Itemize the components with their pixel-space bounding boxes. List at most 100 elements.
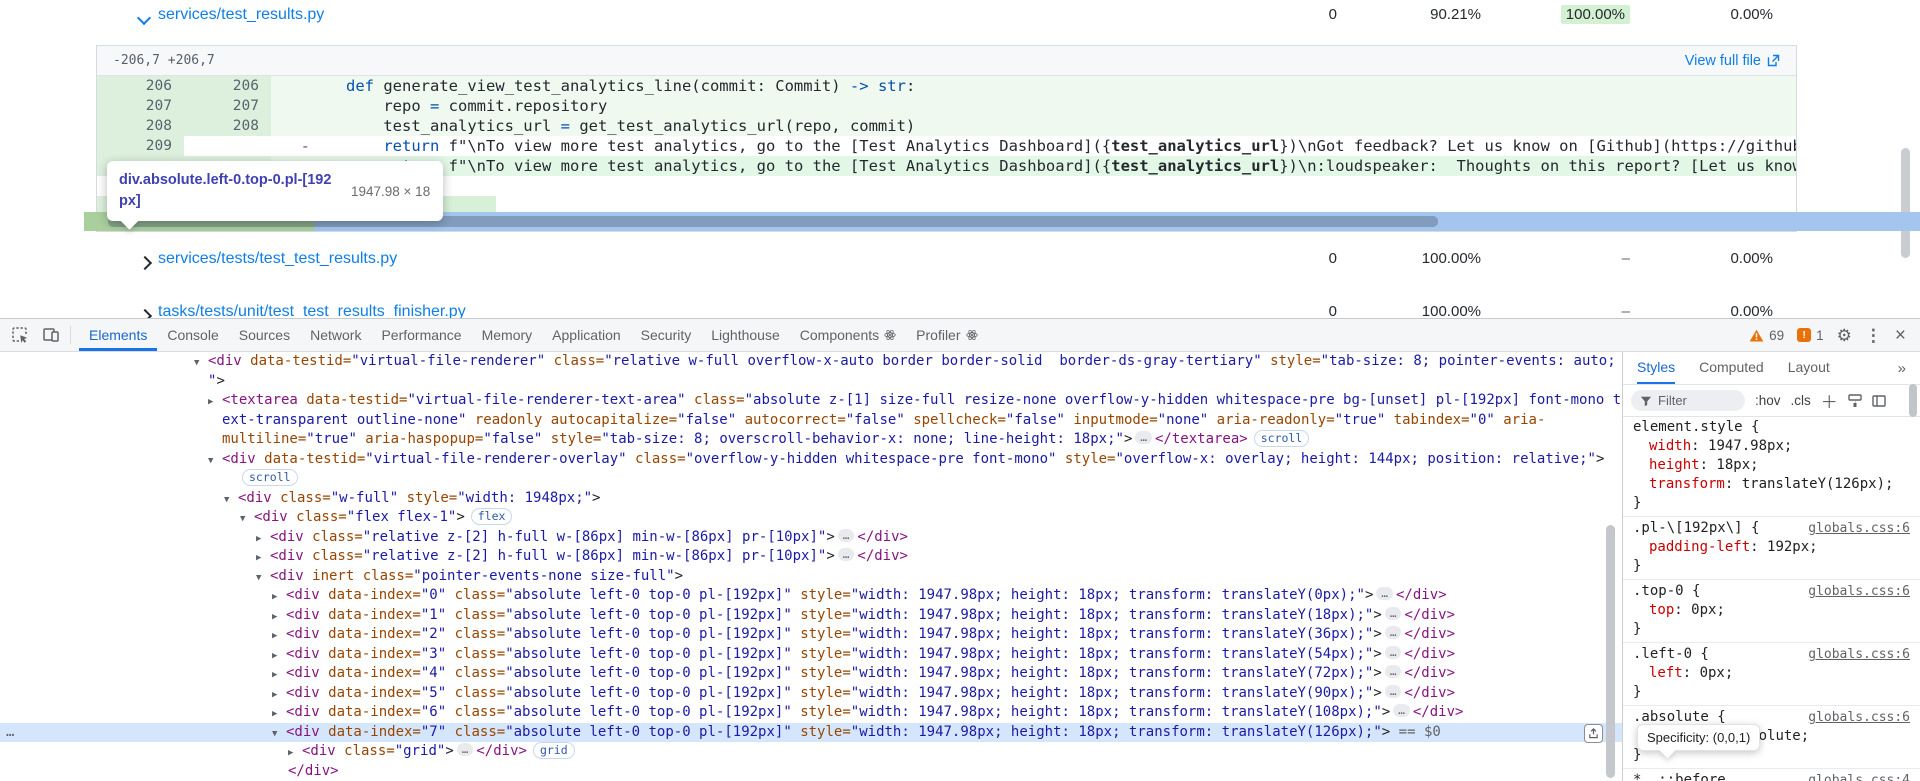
styles-tab-styles[interactable]: Styles bbox=[1637, 352, 1676, 384]
rule-selector[interactable]: element.style { bbox=[1633, 418, 1910, 437]
inline-expand-button[interactable]: … bbox=[1376, 587, 1393, 600]
device-toolbar-icon[interactable] bbox=[40, 319, 62, 351]
dom-tree-line[interactable]: ▶ <div data-index="0" class="absolute lef… bbox=[0, 586, 1622, 606]
dom-tree-line[interactable]: ▼ <div inert class="pointer-events-none s… bbox=[0, 567, 1622, 587]
dom-tree-line[interactable]: scroll bbox=[0, 469, 1622, 489]
grid-badge[interactable]: grid bbox=[532, 742, 575, 759]
devtools-tab-application[interactable]: Application bbox=[542, 319, 631, 351]
styles-vertical-scrollbar[interactable] bbox=[1909, 384, 1917, 417]
elements-vertical-scrollbar[interactable] bbox=[1606, 525, 1615, 778]
rule-close-brace: } bbox=[1633, 684, 1642, 700]
rendering-brush-icon[interactable] bbox=[1848, 393, 1862, 408]
expanded-file-row[interactable]: services/test_results.py 0 90.21% 100.00… bbox=[0, 5, 1920, 28]
dom-tree-line[interactable]: ▶ <div class="relative z-[2] h-full w-[86… bbox=[0, 528, 1622, 548]
css-property[interactable]: left: 0px; bbox=[1633, 664, 1910, 683]
css-property[interactable]: padding-left: 192px; bbox=[1633, 538, 1910, 557]
kebab-menu-icon[interactable]: ⋮ bbox=[1865, 327, 1882, 344]
view-full-file-link[interactable]: View full file bbox=[1685, 53, 1780, 69]
stylesheet-link[interactable]: globals.css:6 bbox=[1808, 584, 1910, 599]
toggle-hover-state[interactable]: :hov bbox=[1755, 393, 1781, 408]
tooltip-dimensions: 1947.98 × 18 bbox=[351, 183, 431, 199]
code-text: return f"\nTo view more test analytics, … bbox=[346, 156, 1796, 176]
dom-tree-line[interactable]: ▶ <div data-index="4" class="absolute lef… bbox=[0, 664, 1622, 684]
stylesheet-link[interactable]: globals.css:6 bbox=[1808, 647, 1910, 662]
dom-tree-line[interactable]: ▶ <div class="relative z-[2] h-full w-[86… bbox=[0, 547, 1622, 567]
rule-close-brace: } bbox=[1633, 621, 1642, 637]
dom-tree-line[interactable]: ▶ <div data-index="3" class="absolute lef… bbox=[0, 645, 1622, 665]
gutter-ellipsis-icon[interactable]: … bbox=[6, 723, 14, 743]
dom-tree-line-selected[interactable]: ▼ <div data-index="7" class="absolute lef… bbox=[0, 722, 1622, 743]
chevron-right-icon[interactable] bbox=[137, 255, 153, 273]
stylesheet-link[interactable]: globals.css:6 bbox=[1808, 710, 1910, 725]
inline-expand-button[interactable]: … bbox=[837, 548, 855, 561]
page-vertical-scrollbar[interactable] bbox=[1901, 148, 1910, 258]
inline-expand-button[interactable]: … bbox=[1384, 645, 1402, 659]
devtools-tab-memory[interactable]: Memory bbox=[472, 319, 543, 351]
devtools-tab-console[interactable]: Console bbox=[157, 319, 228, 351]
dom-tree-line[interactable]: "> bbox=[0, 372, 1622, 392]
settings-gear-icon[interactable]: ⚙ bbox=[1837, 327, 1852, 344]
styles-tab-computed[interactable]: Computed bbox=[1699, 352, 1764, 384]
issues-indicator[interactable]: ! 1 bbox=[1797, 328, 1824, 343]
issue-icon: ! bbox=[1797, 328, 1812, 342]
devtools-tab-elements[interactable]: Elements bbox=[79, 319, 158, 351]
dom-tree-line[interactable]: ▶ <textarea data-testid="virtual-file-ren… bbox=[0, 391, 1622, 411]
devtools-tab-profiler[interactable]: Profiler bbox=[906, 319, 987, 351]
css-property[interactable]: top: 0px; bbox=[1633, 601, 1910, 620]
inline-expand-button[interactable]: … bbox=[837, 528, 855, 542]
issue-count: 1 bbox=[1816, 327, 1824, 343]
inline-expand-button[interactable]: … bbox=[1384, 606, 1402, 620]
file-head-value: 0 bbox=[1328, 6, 1337, 23]
node-action-icon[interactable] bbox=[1584, 723, 1603, 743]
dom-tree-line[interactable]: ▼ <div class="w-full" style="width: 1948p… bbox=[0, 489, 1622, 509]
chevron-down-icon[interactable] bbox=[136, 10, 152, 28]
toggle-classes[interactable]: .cls bbox=[1791, 393, 1811, 408]
collapsed-file-row[interactable]: services/tests/test_test_results.py 0 10… bbox=[0, 250, 1920, 273]
new-style-rule-icon[interactable]: ＋ bbox=[1821, 388, 1838, 413]
file-link[interactable]: services/tests/test_test_results.py bbox=[158, 250, 397, 268]
inline-expand-button[interactable]: … bbox=[1135, 431, 1152, 444]
devtools-tab-security[interactable]: Security bbox=[631, 319, 702, 351]
sidebar-layout-icon[interactable] bbox=[1872, 394, 1886, 408]
dom-tree-line[interactable]: ▶ <div data-index="1" class="absolute lef… bbox=[0, 606, 1622, 626]
css-property[interactable]: transform: translateY(126px); bbox=[1633, 475, 1910, 494]
inline-expand-button[interactable]: … bbox=[456, 743, 474, 756]
code-text: test_analytics_url = get_test_analytics_… bbox=[346, 116, 1796, 136]
dom-tree-line[interactable]: ▶ <div data-index="6" class="absolute lef… bbox=[0, 703, 1622, 723]
dom-tree-line[interactable]: ▼ <div data-testid="virtual-file-renderer… bbox=[0, 352, 1622, 372]
inspect-element-icon[interactable] bbox=[9, 319, 31, 351]
dom-tree: ▼ <div data-testid="virtual-file-renderer… bbox=[0, 352, 1622, 781]
style-filter-input[interactable]: Filter bbox=[1631, 390, 1745, 411]
style-rule: element.style {width: 1947.98px; height: … bbox=[1623, 416, 1920, 517]
css-property[interactable]: height: 18px; bbox=[1633, 456, 1910, 475]
scroll-badge[interactable]: scroll bbox=[242, 469, 298, 486]
dom-tree-line[interactable]: ▼ <div data-testid="virtual-file-renderer… bbox=[0, 450, 1622, 470]
scroll-badge[interactable]: scroll bbox=[1253, 430, 1310, 447]
diff-line: 208 208 test_analytics_url = get_test_ana… bbox=[97, 116, 1796, 136]
warnings-indicator[interactable]: 69 bbox=[1749, 328, 1784, 343]
more-tabs-icon[interactable]: » bbox=[1898, 360, 1920, 377]
inline-expand-button[interactable]: … bbox=[1384, 684, 1402, 698]
devtools-tab-network[interactable]: Network bbox=[300, 319, 371, 351]
dom-tree-line[interactable]: ▶ <div data-index="5" class="absolute lef… bbox=[0, 684, 1622, 704]
close-devtools-icon[interactable]: × bbox=[1895, 326, 1906, 345]
dom-tree-line[interactable]: ▶ <div class="grid">… </div> grid bbox=[0, 742, 1622, 762]
dom-tree-line[interactable]: </div> bbox=[0, 762, 1622, 781]
styles-tab-layout[interactable]: Layout bbox=[1788, 352, 1830, 384]
devtools-tab-components[interactable]: Components bbox=[790, 319, 906, 351]
dom-tree-line[interactable]: multiline="true" aria-haspopup="false" s… bbox=[0, 430, 1622, 450]
file-link[interactable]: services/test_results.py bbox=[158, 6, 324, 24]
devtools-tab-lighthouse[interactable]: Lighthouse bbox=[701, 319, 790, 351]
stylesheet-link[interactable]: globals.css:6 bbox=[1808, 521, 1910, 536]
inline-expand-button[interactable]: … bbox=[1393, 704, 1410, 717]
dom-tree-line[interactable]: ▼ <div class="flex flex-1"> flex bbox=[0, 508, 1622, 528]
dom-tree-line[interactable]: ▶ <div data-index="2" class="absolute lef… bbox=[0, 625, 1622, 645]
devtools-tab-sources[interactable]: Sources bbox=[229, 319, 300, 351]
inline-expand-button[interactable]: … bbox=[1384, 626, 1402, 639]
dom-tree-line[interactable]: ext-transparent outline-none" readonly a… bbox=[0, 411, 1622, 431]
css-property[interactable]: width: 1947.98px; bbox=[1633, 437, 1910, 456]
devtools-tab-performance[interactable]: Performance bbox=[371, 319, 471, 351]
stylesheet-link[interactable]: globals.css:4 bbox=[1808, 773, 1910, 781]
inline-expand-button[interactable]: … bbox=[1384, 665, 1402, 678]
flex-badge[interactable]: flex bbox=[470, 508, 513, 525]
